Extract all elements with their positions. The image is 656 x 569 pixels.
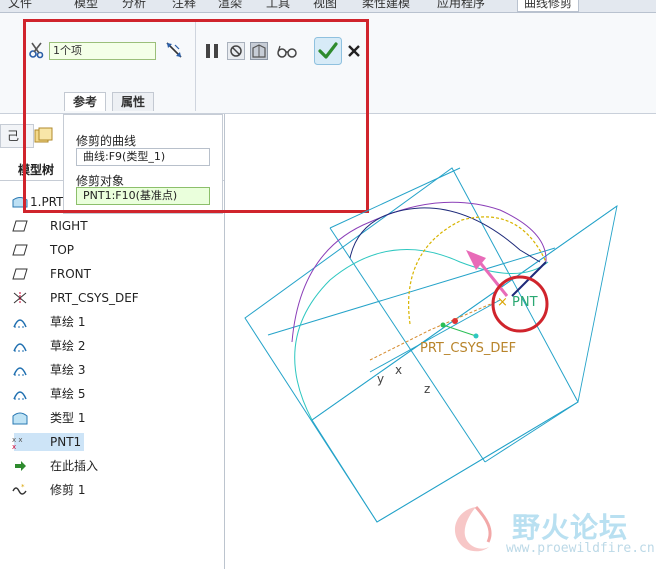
watermark-name: 野火论坛 xyxy=(512,511,629,544)
menu-flexible-modeling[interactable]: 柔性建模 xyxy=(362,0,410,11)
insert-here-icon xyxy=(15,461,26,471)
menu-render[interactable]: 渲染 xyxy=(218,0,242,11)
coordinate-system-icon xyxy=(13,292,27,304)
datum-plane-front xyxy=(244,167,579,523)
menu-file[interactable]: 文件 xyxy=(8,0,32,11)
csys-link xyxy=(369,299,501,373)
csys-origin-red xyxy=(452,318,458,324)
watermark-url: www.proewildfire.cn xyxy=(506,541,655,556)
menu-tools[interactable]: 工具 xyxy=(266,0,290,11)
axis-x-label: x xyxy=(395,363,402,377)
csys-point-cyan xyxy=(473,333,479,339)
menu-analysis[interactable]: 分析 xyxy=(122,0,146,11)
menu-annotate[interactable]: 注释 xyxy=(172,0,196,11)
plane-edge xyxy=(267,247,556,336)
tree-item-pnt1[interactable]: x xx PNT1 xyxy=(12,433,84,451)
plane-edge xyxy=(329,167,461,229)
direction-arrow-shaft xyxy=(476,259,509,297)
surface-icon xyxy=(12,412,28,425)
axis-y-label: y xyxy=(377,372,384,386)
csys-axis-green xyxy=(442,324,477,337)
graphics-viewport[interactable]: × PNT PRT_CSYS_DEF y x z xyxy=(225,114,656,569)
menu-bar: 文件 模型 分析 注释 渲染 工具 视图 柔性建模 应用程序 曲线修剪 xyxy=(0,0,656,13)
menu-curve-trim[interactable]: 曲线修剪 xyxy=(517,0,580,12)
datum-plane-right xyxy=(311,204,618,523)
axis-z-label: z xyxy=(424,382,430,396)
plane-edge xyxy=(484,401,579,463)
menu-applications[interactable]: 应用程序 xyxy=(437,0,485,11)
sketch-icon xyxy=(13,319,27,328)
sketch-icon xyxy=(13,367,27,376)
point-label: PNT xyxy=(512,295,538,310)
datum-plane-icon xyxy=(12,268,28,280)
sketch-icon xyxy=(13,391,27,400)
curve-trim-icon: * xyxy=(12,483,27,495)
sketch-icon xyxy=(13,343,27,352)
menu-view[interactable]: 视图 xyxy=(313,0,337,11)
datum-point-icon: x xx xyxy=(12,436,23,449)
datum-plane-icon xyxy=(12,220,28,232)
svg-text:x: x xyxy=(12,443,16,449)
svg-text:*: * xyxy=(21,483,25,491)
csys-label: PRT_CSYS_DEF xyxy=(420,341,516,356)
menu-model[interactable]: 模型 xyxy=(74,0,98,11)
datum-plane-icon xyxy=(12,244,28,256)
datum-point-marker: × xyxy=(497,295,508,310)
watermark-logo-icon xyxy=(454,505,492,552)
